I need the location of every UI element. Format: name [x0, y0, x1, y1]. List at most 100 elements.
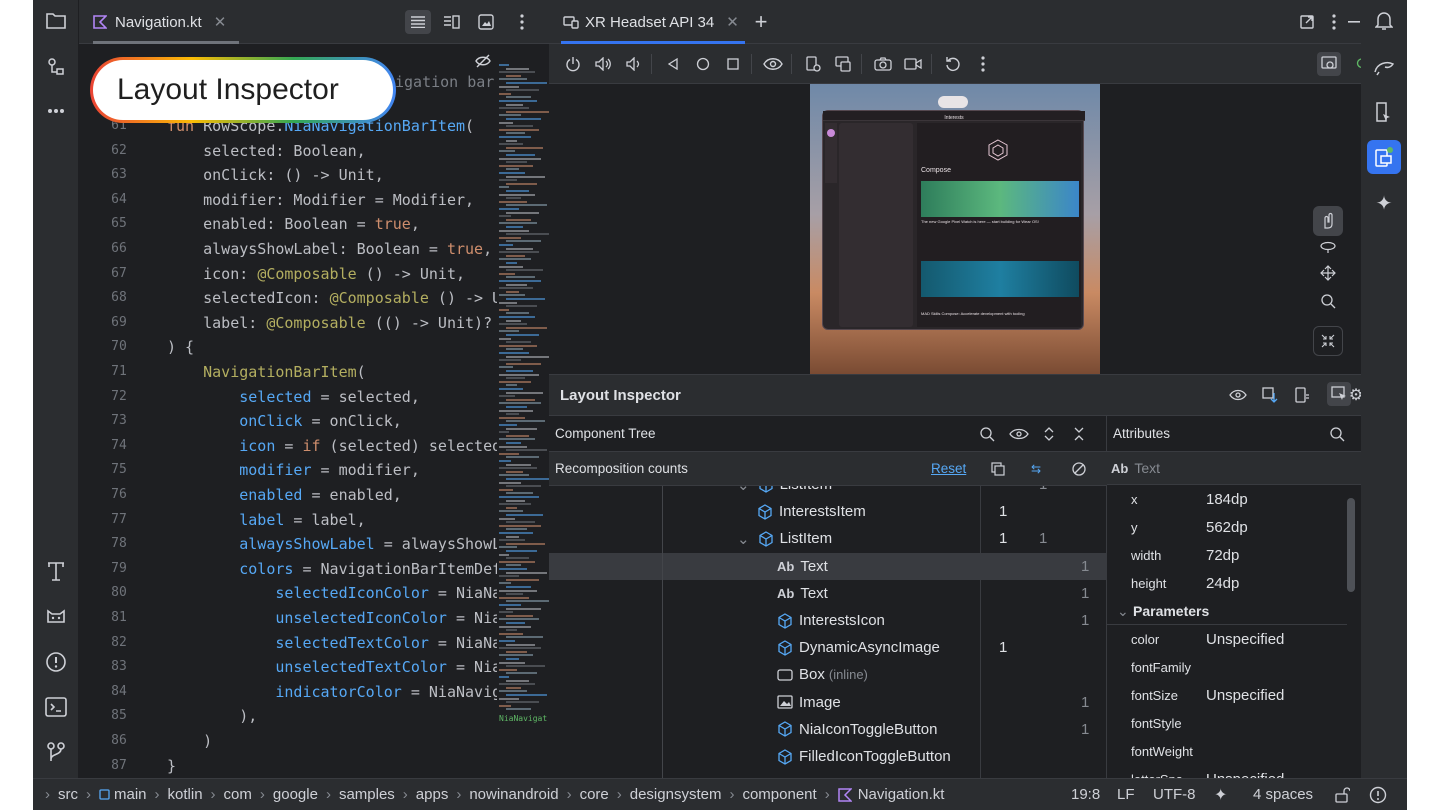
tree-row[interactable]: InterestsItem 1 [549, 498, 1107, 525]
code-line[interactable]: colors = NavigationBarItemDefa [167, 557, 510, 582]
code-line[interactable]: unselectedTextColor = NiaN [167, 655, 510, 680]
screenshot-icon[interactable] [871, 52, 895, 76]
add-device-icon[interactable]: + [749, 9, 773, 34]
inspect-toggle-icon[interactable] [1317, 52, 1341, 76]
breadcrumb-item[interactable]: component [742, 786, 816, 803]
back-icon[interactable] [661, 52, 685, 76]
breadcrumb-item[interactable]: src [58, 786, 78, 803]
tree-search-icon[interactable] [979, 426, 995, 442]
eye-icon[interactable] [761, 52, 785, 76]
tree-row[interactable]: Ab Text 1 [549, 552, 1107, 580]
close-device-tab-icon[interactable]: ✕ [726, 13, 739, 31]
gemini-chat-icon[interactable] [1369, 52, 1399, 82]
code-line[interactable]: selectedIconColor = NiaNav [167, 581, 510, 606]
collapse-all-icon[interactable] [1073, 426, 1085, 442]
expand-caret-icon[interactable]: ⌄ [737, 486, 750, 494]
code-line[interactable]: enabled: Boolean = true, [167, 212, 420, 237]
expand-caret-icon[interactable]: ⌄ [737, 530, 750, 548]
code-line[interactable]: onClick = onClick, [167, 409, 402, 434]
tree-filter-icon[interactable] [1009, 427, 1029, 441]
attribute-row[interactable]: width 72dp [1107, 541, 1347, 569]
code-line[interactable]: icon = if (selected) selectedI [167, 434, 510, 459]
breadcrumb-item[interactable]: kotlin [168, 786, 203, 803]
code-line[interactable]: unselectedIconColor = NiaN [167, 606, 510, 631]
toolbar-more-icon[interactable] [971, 52, 995, 76]
reset-link[interactable]: Reset [931, 461, 966, 476]
rotate-tool-icon[interactable] [1313, 234, 1343, 260]
visibility-icon[interactable] [1227, 384, 1249, 406]
tree-row[interactable]: ⌄ ListItem 1 1 [549, 525, 1107, 552]
version-control-icon[interactable] [41, 737, 71, 767]
tree-row[interactable]: NiaIconToggleButton 1 [549, 716, 1107, 743]
overview-icon[interactable] [721, 52, 745, 76]
breadcrumb-item[interactable]: designsystem [630, 786, 722, 803]
indent-setting[interactable]: 4 spaces [1253, 786, 1313, 803]
layout-inspector-tool-icon[interactable] [1367, 140, 1401, 174]
tree-row[interactable]: Image 1 [549, 689, 1107, 716]
tree-row[interactable]: Ab Text 1 [549, 580, 1107, 607]
code-line[interactable]: enabled = enabled, [167, 483, 402, 508]
breadcrumb-item[interactable]: Navigation.kt [837, 786, 944, 803]
event-log-icon[interactable] [1369, 786, 1387, 804]
power-icon[interactable] [561, 52, 585, 76]
device-mirror-icon[interactable] [831, 52, 855, 76]
tab-navigation-kt[interactable]: Navigation.kt ✕ [93, 0, 226, 44]
topics-list[interactable] [839, 123, 913, 327]
problems-icon[interactable] [41, 647, 71, 677]
code-line[interactable]: ) [167, 729, 212, 754]
ai-sparkle-icon[interactable]: ✦ [1214, 785, 1227, 805]
breadcrumb-item[interactable]: com [224, 786, 252, 803]
code-line[interactable]: alwaysShowLabel = alwaysShowLa [167, 532, 510, 557]
hand-tool-icon[interactable] [1313, 206, 1343, 236]
parameter-row[interactable]: fontStyle [1107, 709, 1347, 737]
tree-row[interactable]: ⌄ ListItem 1 [549, 486, 1107, 498]
tree-row[interactable]: Box (inline) [549, 661, 1107, 688]
attribute-row[interactable]: height 24dp [1107, 569, 1347, 597]
tab-xr-headset[interactable]: XR Headset API 34 ✕ [563, 0, 739, 44]
attribute-row[interactable]: x 184dp [1107, 485, 1347, 513]
breadcrumb-item[interactable]: google [273, 786, 318, 803]
design-view-icon[interactable] [473, 10, 499, 34]
parameter-row[interactable]: fontSize Unspecified [1107, 681, 1347, 709]
cursor-position[interactable]: 19:8 [1071, 786, 1100, 803]
clear-icon[interactable] [1071, 461, 1087, 477]
code-line[interactable]: NavigationBarItem( [167, 360, 366, 385]
tree-row[interactable]: DynamicAsyncImage 1 [549, 634, 1107, 661]
breadcrumb-item[interactable]: core [580, 786, 609, 803]
parameter-row[interactable]: fontWeight [1107, 737, 1347, 765]
code-line[interactable]: indicatorColor = NiaNaviga [167, 680, 510, 705]
split-view-icon[interactable] [439, 10, 465, 34]
code-line[interactable]: } [167, 754, 176, 779]
zoom-tool-icon[interactable] [1313, 288, 1343, 314]
code-line[interactable]: ) { [167, 335, 194, 360]
structure-icon[interactable] [41, 52, 71, 82]
collapse-icon[interactable] [1313, 326, 1343, 356]
code-view-icon[interactable] [405, 10, 431, 34]
code-minimap[interactable]: NiaNavigat [497, 44, 549, 778]
code-line[interactable]: label: @Composable (() -> Unit)? = [167, 311, 510, 336]
code-line[interactable]: alwaysShowLabel: Boolean = true, [167, 237, 492, 262]
device-explorer-icon[interactable] [1369, 97, 1399, 127]
code-line[interactable]: icon: @Composable () -> Unit, [167, 262, 465, 287]
parameters-section[interactable]: ⌄ Parameters [1107, 597, 1347, 625]
home-icon[interactable] [691, 52, 715, 76]
code-line[interactable]: modifier = modifier, [167, 458, 420, 483]
breadcrumb-item[interactable]: main [99, 786, 147, 803]
code-line[interactable]: onClick: () -> Unit, [167, 163, 384, 188]
expand-all-icon[interactable] [1043, 426, 1055, 442]
notifications-icon[interactable] [1369, 6, 1399, 36]
code-line[interactable]: selectedTextColor = NiaNav [167, 631, 510, 656]
sparkle-icon[interactable]: ✦ [1369, 188, 1399, 218]
device-screen[interactable]: Interests Compose The new Google Pixel W… [810, 84, 1100, 374]
device-more-icon[interactable] [1327, 10, 1341, 34]
parameter-row[interactable]: fontFamily [1107, 653, 1347, 681]
interests-app-window[interactable]: Interests Compose The new Google Pixel W… [822, 110, 1085, 330]
select-mode-icon[interactable] [1327, 382, 1351, 406]
breadcrumb-item[interactable]: apps [416, 786, 449, 803]
device-settings-icon[interactable] [801, 52, 825, 76]
attributes-scrollbar[interactable] [1347, 498, 1355, 592]
code-line[interactable]: ), [167, 704, 257, 729]
more-tools-icon[interactable] [41, 96, 71, 126]
logcat-icon[interactable] [41, 602, 71, 632]
screen-record-icon[interactable] [901, 52, 925, 76]
